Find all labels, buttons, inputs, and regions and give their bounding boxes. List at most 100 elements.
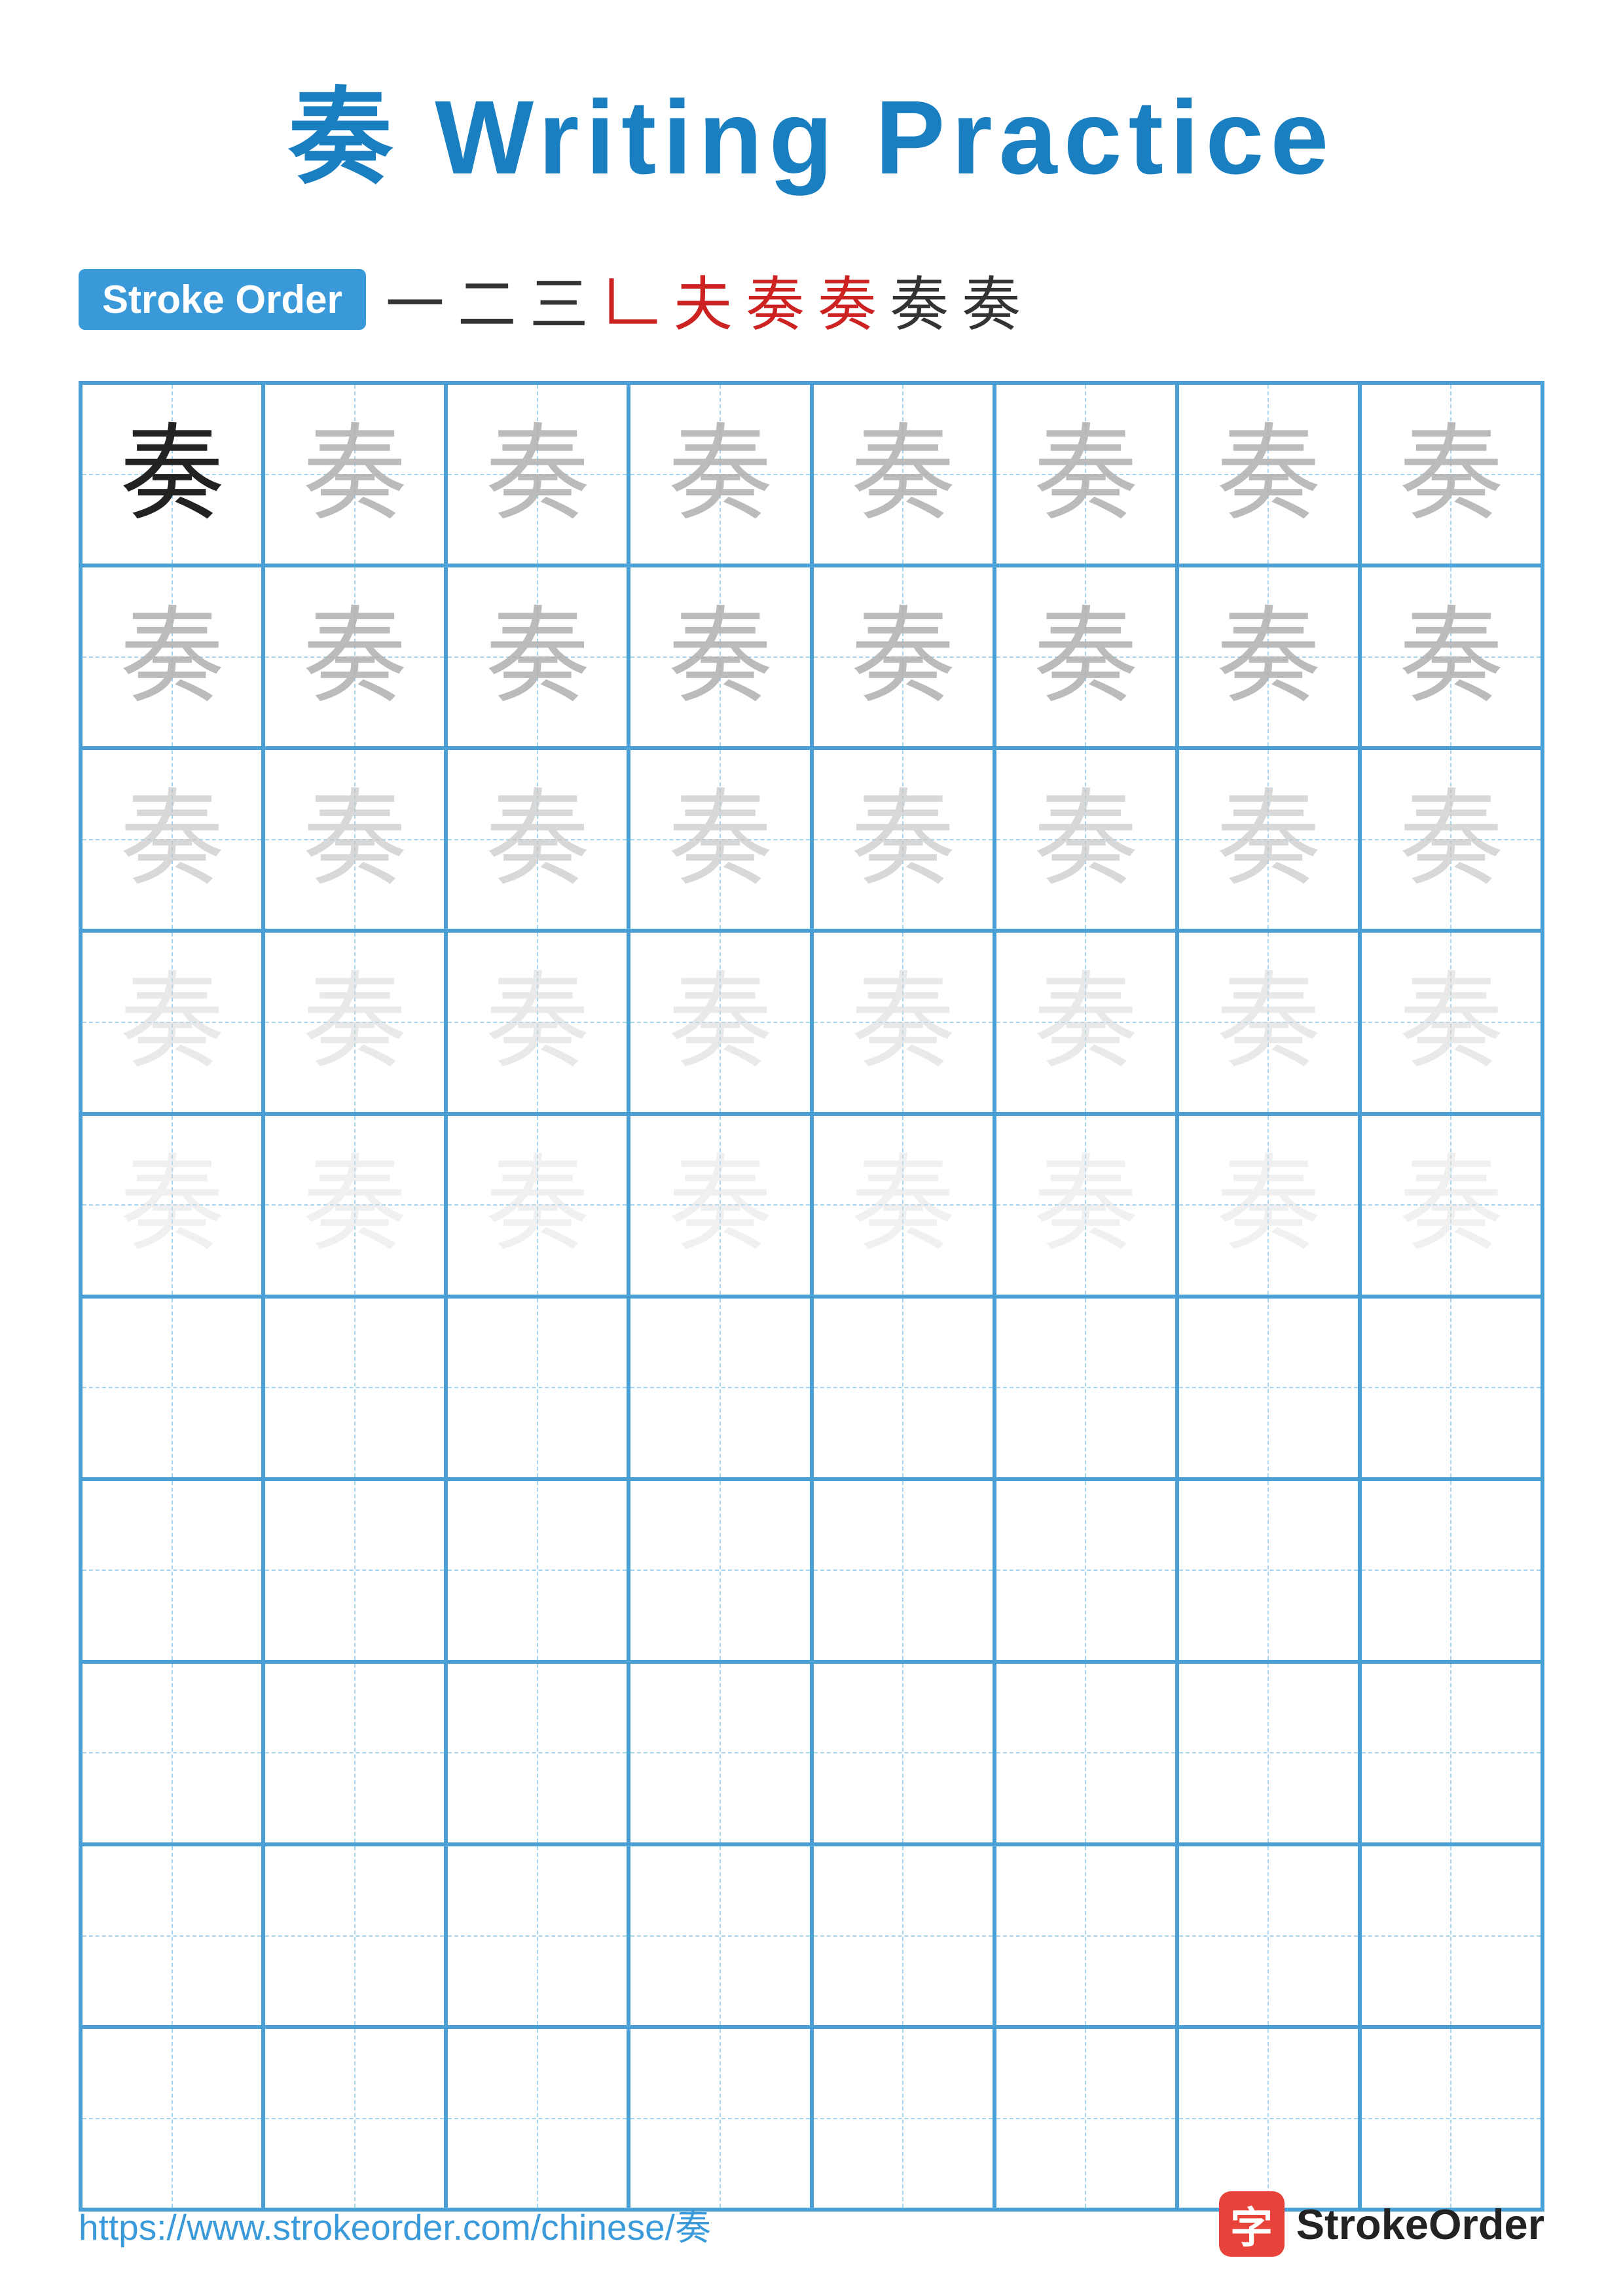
practice-char: 奏: [302, 605, 407, 709]
grid-cell: 奏: [263, 565, 446, 748]
grid-cell: 奏: [1360, 383, 1542, 565]
grid-cell: 奏: [812, 931, 994, 1113]
grid-cell: [81, 1844, 263, 2027]
practice-char: 奏: [1216, 1153, 1321, 1257]
practice-char: 奏: [1398, 422, 1503, 527]
grid-row: 奏 奏 奏 奏 奏 奏 奏 奏: [81, 748, 1542, 931]
grid-cell: [446, 2027, 629, 2210]
grid-cell: 奏: [1360, 748, 1542, 931]
grid-cell: 奏: [994, 1114, 1177, 1297]
stroke-order-badge: Stroke Order: [79, 269, 366, 330]
grid-cell: 奏: [629, 748, 811, 931]
grid-cell: [629, 2027, 811, 2210]
writing-grid: 奏 奏 奏 奏 奏 奏 奏 奏 奏 奏 奏 奏 奏 奏 奏 奏 奏 奏 奏 奏 …: [79, 381, 1544, 2212]
grid-cell: 奏: [263, 1114, 446, 1297]
practice-char: 奏: [1033, 1153, 1138, 1257]
practice-char: 奏: [1033, 422, 1138, 527]
practice-char: 奏: [1033, 970, 1138, 1075]
practice-char: 奏: [1216, 605, 1321, 709]
practice-char: 奏: [120, 970, 225, 1075]
stroke-2: 二: [458, 257, 517, 342]
grid-cell: [629, 1844, 811, 2027]
grid-row: [81, 1662, 1542, 1844]
practice-char: 奏: [668, 787, 773, 892]
grid-cell: 奏: [629, 931, 811, 1113]
grid-cell: [263, 1844, 446, 2027]
grid-cell: [263, 1297, 446, 1479]
grid-cell: 奏: [81, 931, 263, 1113]
grid-cell: 奏: [629, 383, 811, 565]
grid-cell: [994, 1297, 1177, 1479]
grid-cell: 奏: [263, 931, 446, 1113]
grid-cell: [812, 2027, 994, 2210]
grid-row: [81, 1297, 1542, 1479]
practice-char: 奏: [485, 970, 590, 1075]
logo-name: StrokeOrder: [1296, 2200, 1544, 2249]
grid-cell: 奏: [812, 1114, 994, 1297]
grid-cell: 奏: [446, 1114, 629, 1297]
grid-cell: [263, 1662, 446, 1844]
grid-cell: [994, 1844, 1177, 2027]
grid-cell: 奏: [446, 565, 629, 748]
grid-cell: 奏: [1177, 748, 1360, 931]
stroke-8: 奏: [890, 257, 949, 342]
grid-cell: [1177, 1479, 1360, 1662]
practice-char: 奏: [1216, 970, 1321, 1075]
practice-char: 奏: [1033, 605, 1138, 709]
practice-char: 奏: [302, 787, 407, 892]
grid-cell: 奏: [1360, 565, 1542, 748]
grid-cell: [263, 1479, 446, 1662]
grid-cell: [629, 1662, 811, 1844]
practice-char: 奏: [668, 422, 773, 527]
grid-cell: [629, 1297, 811, 1479]
grid-cell: 奏: [994, 748, 1177, 931]
grid-cell: 奏: [812, 383, 994, 565]
grid-cell: [1177, 2027, 1360, 2210]
grid-cell: 奏: [994, 383, 1177, 565]
practice-char: 奏: [1398, 787, 1503, 892]
practice-char: 奏: [668, 970, 773, 1075]
grid-cell: [81, 1479, 263, 1662]
grid-cell: [446, 1297, 629, 1479]
grid-cell: [994, 1662, 1177, 1844]
grid-cell: [1360, 1844, 1542, 2027]
logo-icon: 字: [1219, 2191, 1285, 2257]
grid-cell: [81, 1297, 263, 1479]
grid-row: 奏 奏 奏 奏 奏 奏 奏 奏: [81, 565, 1542, 748]
grid-cell: [1360, 1662, 1542, 1844]
grid-cell: 奏: [446, 748, 629, 931]
stroke-order-row: Stroke Order 一 二 三 𠃊 夫 奏 奏 奏 奏: [79, 257, 1544, 342]
grid-cell: 奏: [1360, 931, 1542, 1113]
grid-cell: [629, 1479, 811, 1662]
grid-cell: 奏: [812, 748, 994, 931]
grid-cell: [812, 1297, 994, 1479]
grid-cell: 奏: [629, 1114, 811, 1297]
grid-cell: 奏: [629, 565, 811, 748]
footer: https://www.strokeorder.com/chinese/奏 字 …: [79, 2191, 1544, 2257]
grid-cell: 奏: [1177, 383, 1360, 565]
practice-char: 奏: [850, 605, 955, 709]
grid-cell: [446, 1844, 629, 2027]
practice-char: 奏: [1033, 787, 1138, 892]
title-rest: Writing Practice: [399, 79, 1336, 196]
stroke-7: 奏: [818, 257, 877, 342]
grid-cell: [1360, 2027, 1542, 2210]
grid-cell: [812, 1662, 994, 1844]
practice-char: 奏: [485, 422, 590, 527]
page: 奏 Writing Practice Stroke Order 一 二 三 𠃊 …: [0, 0, 1623, 2296]
footer-logo: 字 StrokeOrder: [1219, 2191, 1544, 2257]
practice-char: 奏: [485, 787, 590, 892]
logo-icon-char: 字: [1230, 2193, 1273, 2255]
grid-cell: 奏: [812, 565, 994, 748]
practice-char: 奏: [668, 1153, 773, 1257]
practice-char: 奏: [850, 422, 955, 527]
grid-cell: 奏: [994, 931, 1177, 1113]
grid-cell: [81, 2027, 263, 2210]
grid-row: [81, 1479, 1542, 1662]
grid-cell: [812, 1479, 994, 1662]
practice-char: 奏: [1398, 1153, 1503, 1257]
grid-row: 奏 奏 奏 奏 奏 奏 奏 奏: [81, 931, 1542, 1113]
stroke-5: 夫: [674, 257, 733, 342]
grid-cell: 奏: [446, 931, 629, 1113]
grid-cell: 奏: [81, 748, 263, 931]
